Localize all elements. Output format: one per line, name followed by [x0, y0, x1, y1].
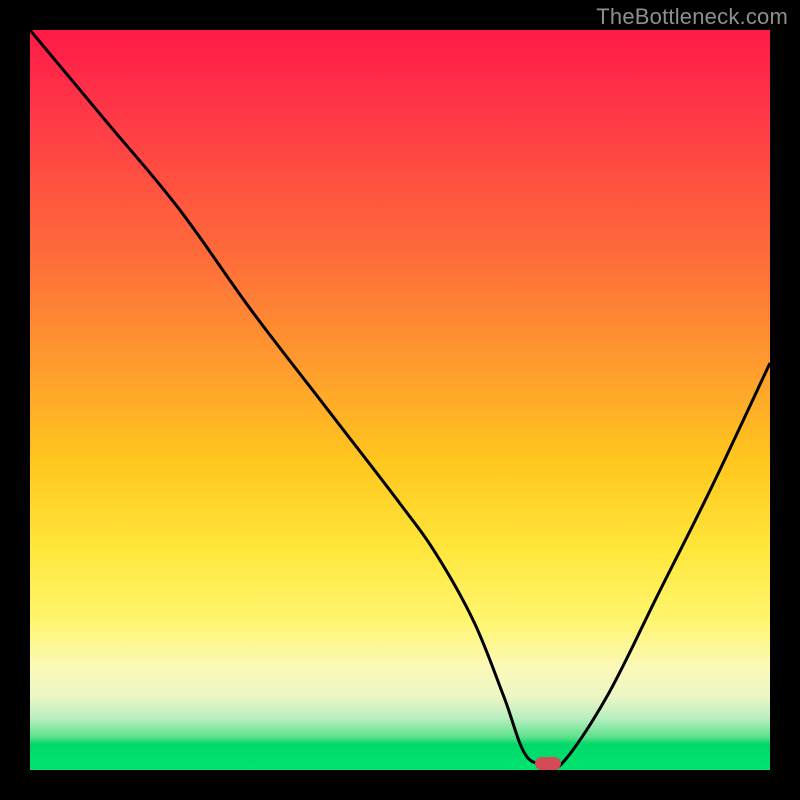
curve-svg [30, 30, 770, 770]
optimal-marker [535, 757, 561, 770]
plot-area [30, 30, 770, 770]
bottleneck-curve-path [30, 30, 770, 768]
watermark-label: TheBottleneck.com [596, 4, 788, 30]
chart-frame: TheBottleneck.com [0, 0, 800, 800]
